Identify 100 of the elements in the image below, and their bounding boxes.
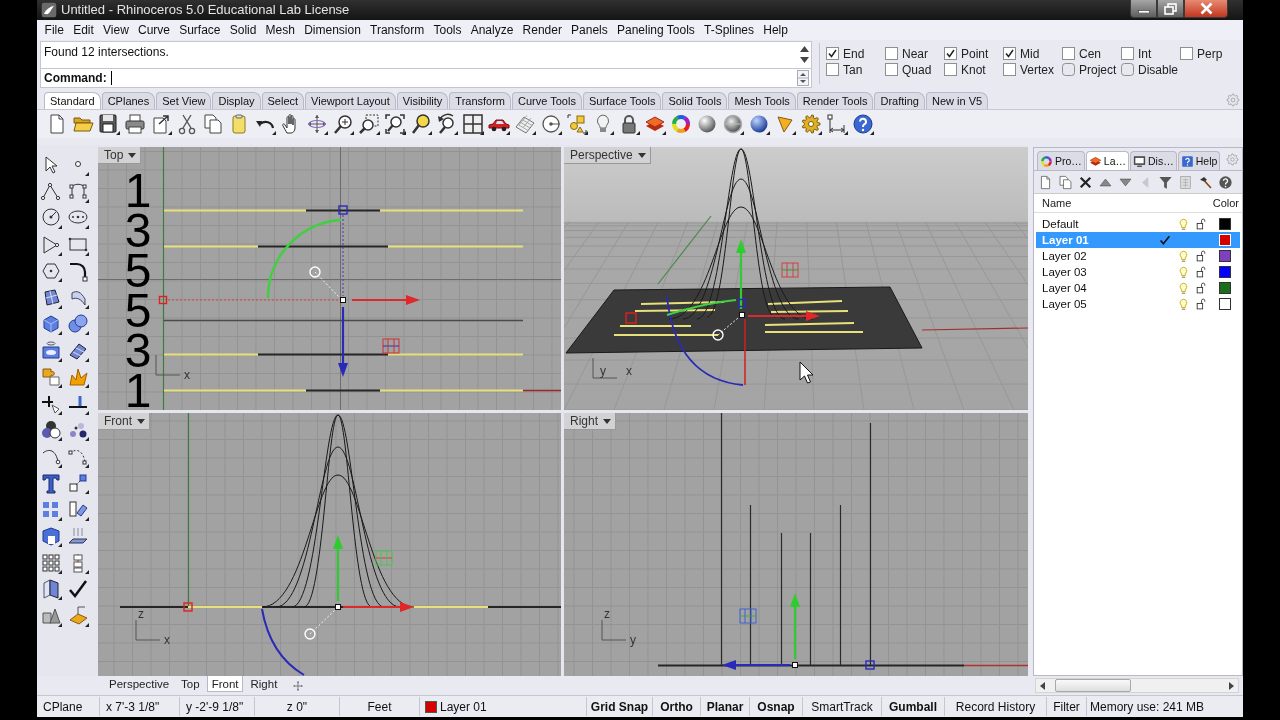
menu-item[interactable]: Dimension — [299, 21, 366, 38]
copy-icon[interactable] — [202, 113, 224, 136]
scroll-up-icon[interactable] — [799, 46, 809, 53]
scroll-down-icon[interactable] — [799, 57, 809, 64]
menu-item[interactable]: Edit — [68, 21, 99, 38]
menu-item[interactable]: View — [98, 21, 134, 38]
filter-icon[interactable] — [1158, 174, 1173, 190]
plus-icon[interactable] — [292, 679, 305, 692]
checkbox-label[interactable]: Cen — [1079, 46, 1101, 61]
color-swatch[interactable] — [1219, 298, 1231, 311]
toolbar-tab[interactable]: Curve Tools — [512, 92, 582, 110]
hammer-icon[interactable] — [1198, 174, 1213, 190]
checkbox-label[interactable]: Point — [961, 46, 989, 61]
scissors-icon[interactable] — [176, 113, 198, 136]
menu-item[interactable]: File — [40, 21, 69, 38]
checkbox-label[interactable]: Knot — [961, 62, 986, 77]
unlocked-padlock-icon[interactable] — [1195, 266, 1207, 279]
checkbox[interactable] — [1180, 47, 1193, 61]
help-icon[interactable] — [852, 113, 874, 136]
zoom-window-icon[interactable] — [358, 113, 380, 136]
zoom-extents-icon[interactable] — [384, 113, 406, 136]
layer-row[interactable]: Layer 02 — [1036, 248, 1240, 265]
color-swatch[interactable] — [1219, 218, 1231, 231]
magnifier-arrow-icon[interactable] — [436, 113, 458, 136]
menu-item[interactable]: Tools — [428, 21, 467, 38]
scrollbar-thumb[interactable] — [1055, 679, 1131, 693]
menu-item[interactable]: Analyze — [466, 21, 518, 38]
menu-item[interactable]: Surface — [174, 21, 226, 38]
units-text[interactable]: Feet — [340, 697, 420, 717]
layer-row[interactable]: Layer 05 — [1036, 296, 1240, 313]
checkbox[interactable] — [1062, 47, 1075, 61]
unlocked-padlock-icon[interactable] — [1195, 218, 1207, 231]
status-toggle[interactable]: Planar — [701, 697, 750, 717]
checkbox[interactable] — [885, 47, 898, 61]
status-toggle[interactable]: Ortho — [653, 697, 701, 717]
layer-row[interactable]: Layer 04 — [1036, 280, 1240, 297]
restore-button[interactable] — [1157, 0, 1184, 18]
status-toggle[interactable]: Filter — [1047, 697, 1087, 717]
ellipse-icon[interactable] — [67, 207, 89, 230]
toolbar-tab[interactable]: Viewport Layout — [305, 92, 396, 110]
viewport-tab[interactable]: Perspective — [104, 676, 175, 693]
cone-icon[interactable] — [774, 113, 796, 136]
toolbar-tab[interactable]: Display — [212, 92, 261, 110]
minimize-button[interactable] — [1130, 0, 1157, 18]
checkbox-label[interactable]: Quad — [902, 62, 932, 77]
puzzle-icon[interactable] — [40, 366, 62, 389]
viewport-title-tab[interactable]: Front — [98, 413, 150, 431]
close-button[interactable] — [1184, 0, 1228, 18]
copy-icon[interactable] — [1058, 174, 1073, 190]
zoom-icon[interactable] — [332, 113, 354, 136]
checkbox-label[interactable]: Tan — [843, 62, 863, 77]
toolbar-tab[interactable]: Mesh Tools — [728, 92, 796, 110]
move-icon[interactable] — [67, 498, 89, 521]
checkbox[interactable] — [1003, 47, 1016, 61]
panel-tab[interactable]: La… — [1085, 151, 1130, 171]
four-panes-icon[interactable] — [462, 113, 484, 136]
toolbar-tab[interactable]: Surface Tools — [582, 92, 662, 110]
panel-tab[interactable]: Help — [1177, 151, 1221, 171]
menu-item[interactable]: Curve — [133, 21, 175, 38]
unlocked-padlock-icon[interactable] — [1195, 250, 1207, 263]
viewport-title-tab[interactable]: Top — [98, 147, 142, 165]
checkbox[interactable] — [826, 63, 839, 77]
toolbar-tab[interactable]: Render Tools — [796, 92, 874, 110]
toolbar-tab[interactable]: Visibility — [396, 92, 449, 110]
target-icon[interactable] — [540, 113, 562, 136]
spinner-icon[interactable] — [797, 69, 809, 86]
polyline-icon[interactable] — [40, 180, 62, 203]
column-header[interactable]: Color — [1205, 197, 1242, 210]
color-wheel-icon[interactable] — [670, 113, 692, 136]
cylinder-icon[interactable] — [40, 339, 62, 362]
menu-item[interactable]: Mesh — [261, 21, 300, 38]
viewport-tab[interactable]: Top — [176, 676, 205, 693]
shaded-box-icon[interactable] — [40, 525, 62, 548]
box-icon[interactable] — [40, 313, 62, 336]
printer-icon[interactable] — [124, 113, 146, 136]
unlocked-padlock-icon[interactable] — [1195, 298, 1207, 311]
layer-row[interactable]: Default — [1036, 216, 1240, 233]
panel-tab[interactable]: Dis… — [1130, 151, 1177, 171]
color-swatch[interactable] — [1219, 266, 1231, 279]
menu-item[interactable]: Panels — [566, 21, 613, 38]
orbit-icon[interactable] — [306, 113, 328, 136]
status-toggle[interactable]: Osnap — [750, 697, 803, 717]
status-toggle[interactable]: SmartTrack — [803, 697, 882, 717]
scale-icon[interactable] — [67, 472, 89, 495]
current-layer-button[interactable]: Layer 01 — [440, 699, 487, 714]
checkbox-label[interactable]: Disable — [1138, 62, 1179, 77]
fillet-icon[interactable] — [67, 260, 89, 283]
cplane-button[interactable]: CPlane — [37, 697, 100, 717]
column-header[interactable]: Name — [1034, 197, 1205, 210]
zoom-selected-icon[interactable] — [410, 113, 432, 136]
circle-icon[interactable] — [40, 207, 62, 230]
checkbox[interactable] — [944, 63, 957, 77]
scroll-left-icon[interactable] — [1040, 681, 1045, 690]
toolbar-tab[interactable]: Drafting — [874, 92, 925, 110]
checkbox-label[interactable]: Project — [1079, 62, 1117, 77]
checkbox[interactable] — [1121, 63, 1134, 77]
menu-item[interactable]: Help — [758, 21, 793, 38]
menu-item[interactable]: T-Splines — [699, 21, 759, 38]
checkbox[interactable] — [944, 47, 957, 61]
menu-item[interactable]: Render — [517, 21, 567, 38]
